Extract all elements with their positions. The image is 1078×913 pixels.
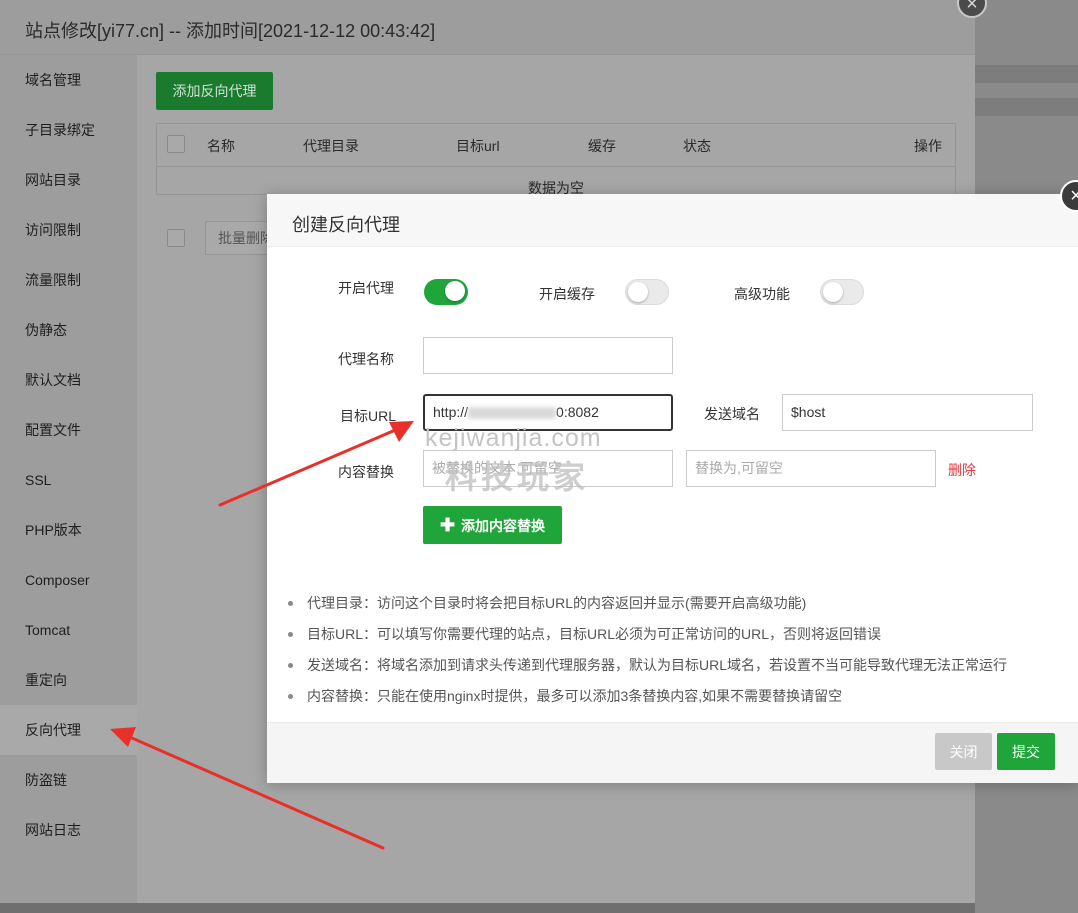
arrow-to-reverse-proxy [110, 727, 385, 850]
arrow-to-target-url [218, 421, 414, 507]
annotation-arrows [110, 421, 414, 850]
